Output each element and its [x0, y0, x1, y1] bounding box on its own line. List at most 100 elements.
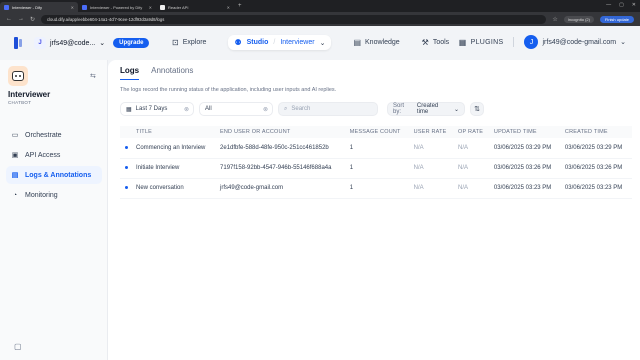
unread-dot-cell — [120, 158, 132, 179]
table-row[interactable]: Initiate Interview 7197f158-92bb-4547-94… — [120, 158, 632, 179]
tab-logs[interactable]: Logs — [120, 66, 140, 80]
nav-studio[interactable]: ⚉ Studio / Interviewer ⌄ — [228, 35, 332, 50]
chevron-down-icon: ⌄ — [99, 40, 106, 47]
window-controls: — ▢ ✕ — [606, 2, 636, 8]
search-input[interactable]: ⌕ Search — [278, 102, 378, 116]
close-tab-icon[interactable]: ✕ — [71, 5, 74, 10]
unread-dot-cell — [120, 178, 132, 199]
terminal-icon: ▭ — [11, 132, 19, 139]
reload-icon[interactable]: ↻ — [30, 16, 35, 23]
sidebar-item-logs-annotations[interactable]: ▤ Logs & Annotations — [6, 166, 102, 184]
nav-explore-label: Explore — [182, 39, 207, 46]
app-icon — [8, 66, 28, 86]
dify-logo-icon[interactable] — [14, 37, 24, 49]
table-header-cell: END USER OR ACCOUNT — [216, 126, 346, 138]
table-header-cell: CREATED TIME — [560, 126, 632, 138]
table-header-cell: UPDATED TIME — [489, 126, 561, 138]
sort-direction-button[interactable]: ⇅ — [470, 102, 484, 116]
sidebar-item-orchestrate[interactable]: ▭ Orchestrate — [6, 126, 102, 144]
workspace-selector[interactable]: J jrfs49@code... ⌄ — [34, 37, 105, 49]
date-filter-value: Last 7 Days — [135, 106, 168, 112]
address-bar-row: ← → ↻ cloud.dify.ai/app/eebbe604-14a1-4c… — [0, 12, 640, 26]
url-field[interactable]: cloud.dify.ai/app/eebbe604-14a1-4cf7-9ce… — [41, 14, 547, 24]
message-count-cell: 1 — [345, 158, 410, 179]
status-filter[interactable]: All ⊗ — [199, 102, 273, 116]
browser-tab[interactable]: Interviewer - Powered by Dify ✕ — [78, 2, 156, 12]
divider — [513, 37, 515, 47]
tab-label: Reader API — [168, 4, 189, 10]
forward-icon[interactable]: → — [18, 16, 24, 22]
clear-icon[interactable]: ⊗ — [263, 106, 268, 113]
new-tab-button[interactable]: + — [238, 3, 242, 9]
date-filter[interactable]: ▦ Last 7 Days ⊗ — [120, 102, 194, 116]
unread-dot-cell — [120, 138, 132, 159]
star-icon[interactable]: ☆ — [552, 16, 557, 23]
title-cell: Initiate Interview — [132, 158, 217, 179]
sort-order-icon: ⇅ — [474, 106, 480, 113]
upgrade-button[interactable]: Upgrade — [113, 38, 150, 48]
close-tab-icon[interactable]: ✕ — [149, 5, 152, 10]
sidebar-item-monitoring[interactable]: ◔ Monitoring — [6, 186, 102, 204]
nav-tools[interactable]: ⚒ Tools — [422, 38, 450, 47]
user-cell: 2e1dfbfe-588d-48fe-950c-251cc461852b — [216, 138, 346, 159]
updated-time-cell: 03/06/2025 03:29 PM — [489, 138, 561, 159]
chevron-down-icon[interactable]: ⌄ — [320, 39, 326, 47]
calendar-icon: ▦ — [126, 106, 132, 113]
finish-update-button[interactable]: Finish update — [599, 15, 634, 23]
url-text: cloud.dify.ai/app/eebbe604-14a1-4cf7-9ce… — [47, 16, 165, 22]
close-window-icon[interactable]: ✕ — [632, 2, 636, 8]
avatar: J — [524, 35, 539, 49]
sidebar-item-api-access[interactable]: ▣ API Access — [6, 146, 102, 164]
maximize-icon[interactable]: ▢ — [619, 2, 624, 8]
user-cell: 7197f158-92bb-4547-946b-55146f688a4a — [216, 158, 346, 179]
workspace-name: jrfs49@code... — [50, 39, 96, 47]
plugins-button[interactable]: ▦ PLUGINS — [459, 38, 504, 47]
workspace-avatar: J — [34, 37, 46, 49]
sort-select[interactable]: Sort by: Created time ⌄ — [387, 102, 465, 116]
logs-table: TITLE END USER OR ACCOUNT MESSAGE COUNT … — [120, 126, 632, 199]
browser-tab[interactable]: Reader API ✕ — [156, 2, 234, 12]
incognito-badge[interactable]: Incognito (2) — [563, 15, 594, 23]
plugin-icon: ▦ — [458, 37, 467, 47]
nav-tools-label: Tools — [432, 39, 450, 46]
tab-label: Interviewer - Powered by Dify — [90, 4, 143, 10]
tab-label: Interviewer - Dify — [12, 4, 43, 10]
message-count-cell: 1 — [345, 178, 410, 199]
nav-studio-label: Studio — [246, 39, 269, 46]
monitor-icon: ◔ — [12, 191, 18, 199]
minimize-icon[interactable]: — — [606, 2, 611, 8]
nav-knowledge-label: Knowledge — [365, 39, 400, 46]
compass-icon: ⊡ — [172, 38, 179, 47]
current-app-name[interactable]: Interviewer — [280, 39, 314, 46]
user-cell: jrfs49@code-gmail.com — [216, 178, 346, 199]
page-description: The logs record the running status of th… — [120, 87, 337, 93]
dify-favicon-icon — [4, 4, 9, 10]
search-placeholder: Search — [291, 106, 311, 112]
user-rate-cell: N/A — [409, 158, 455, 179]
browser-tab-bar: Interviewer - Dify ✕ Interviewer - Power… — [0, 0, 640, 12]
created-time-cell: 03/06/2025 03:23 PM — [560, 178, 632, 199]
table-row[interactable]: New conversation jrfs49@code-gmail.com 1… — [120, 178, 632, 199]
back-icon[interactable]: ← — [6, 16, 12, 22]
user-menu[interactable]: J jrfs49@code-gmail.com ⌄ — [524, 35, 626, 49]
sidebar-menu: ▭ Orchestrate ▣ API Access ▤ Logs & Anno… — [6, 126, 102, 206]
table-header-row: TITLE END USER OR ACCOUNT MESSAGE COUNT … — [120, 126, 632, 138]
expand-panel-icon[interactable]: ▢ — [14, 342, 22, 351]
close-tab-icon[interactable]: ✕ — [227, 5, 230, 10]
collapse-sidebar-icon[interactable]: ⇆ — [90, 72, 96, 80]
browser-tab[interactable]: Interviewer - Dify ✕ — [0, 2, 78, 12]
clear-icon[interactable]: ⊗ — [184, 106, 189, 113]
reader-favicon-icon — [160, 4, 165, 10]
dify-app: J jrfs49@code... ⌄ Upgrade ⊡ Explore ⚉ S… — [0, 26, 640, 360]
user-email: jrfs49@code-gmail.com — [542, 38, 617, 46]
sort-value: Created time — [416, 103, 439, 115]
tab-annotations[interactable]: Annotations — [151, 66, 193, 80]
unread-dot — [125, 166, 128, 169]
op-rate-cell: N/A — [454, 158, 490, 179]
nav-explore[interactable]: ⊡ Explore — [172, 38, 206, 47]
table-row[interactable]: Commencing an Interview 2e1dfbfe-588d-48… — [120, 138, 632, 159]
unread-dot — [125, 145, 128, 149]
nav-knowledge[interactable]: ▤ Knowledge — [353, 38, 399, 47]
filter-bar: ▦ Last 7 Days ⊗ All ⊗ ⌕ Search Sort by: … — [120, 102, 484, 116]
top-nav: J jrfs49@code... ⌄ Upgrade ⊡ Explore ⚉ S… — [0, 26, 640, 60]
